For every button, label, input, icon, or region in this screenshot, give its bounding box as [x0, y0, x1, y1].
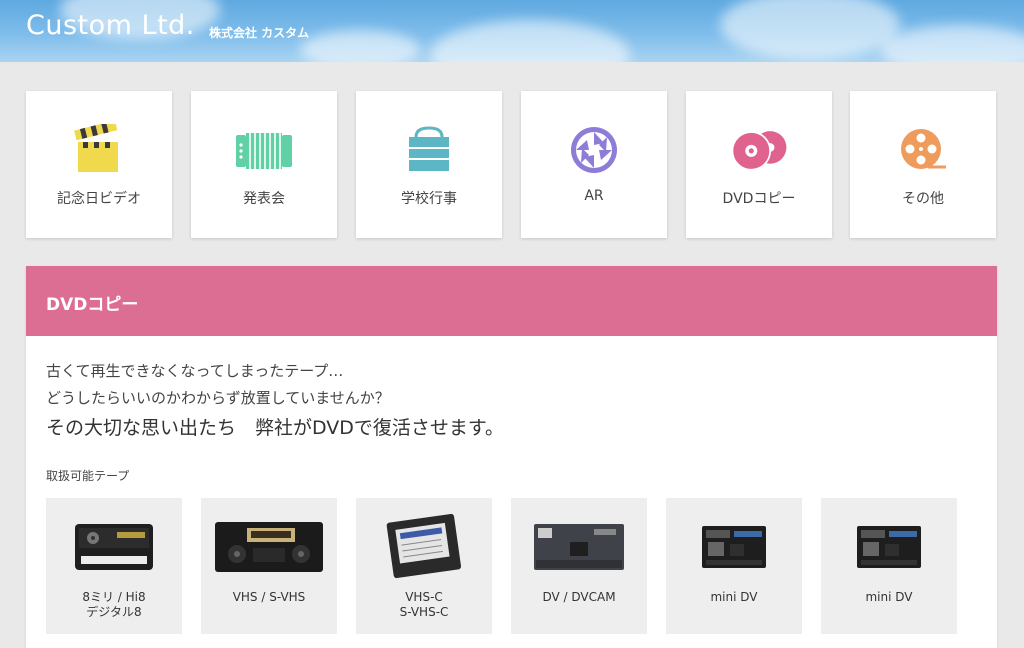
intro-line-1: 古くて再生できなくなってしまったテープ…: [46, 362, 344, 380]
category-card-recital[interactable]: 発表会: [191, 91, 337, 238]
vhs-c-tape-icon: [356, 512, 492, 582]
tape-card-mini-dv-1: mini DV: [666, 498, 802, 634]
category-label: その他: [902, 191, 944, 207]
accordion-icon: [234, 122, 294, 177]
site-header: Custom Ltd. 株式会社 カスタム: [0, 0, 1024, 62]
logo-japanese[interactable]: 株式会社 カスタム: [209, 24, 309, 41]
category-label: 学校行事: [401, 191, 457, 207]
category-card-dvd-copy[interactable]: DVDコピー: [686, 91, 832, 238]
mini-dv-tape-icon: [821, 512, 957, 582]
category-card-school-events[interactable]: 学校行事: [356, 91, 502, 238]
tape-card-vhs: VHS / S-VHS: [201, 498, 337, 634]
section-title: DVDコピー: [46, 295, 139, 315]
dv-tape-icon: [511, 512, 647, 582]
tape-label: VHS-C S-VHS-C: [399, 590, 449, 619]
category-label: DVDコピー: [722, 191, 796, 207]
clapperboard-icon: [69, 122, 129, 177]
intro-line-3: その大切な思い出たち 弊社がDVDで復活させます。: [46, 417, 505, 439]
tape-card-mini-dv-2: mini DV: [821, 498, 957, 634]
category-card-anniversary-video[interactable]: 記念日ビデオ: [26, 91, 172, 238]
intro-line-2: どうしたらいいのかわからず放置していませんか？: [46, 389, 390, 407]
vhs-tape-icon: [201, 512, 337, 582]
tape-label: mini DV: [710, 590, 758, 604]
category-label: 発表会: [243, 191, 285, 207]
tape-label: 8ミリ / Hi8 デジタル8: [82, 590, 146, 619]
tape-card-8mm: 8ミリ / Hi8 デジタル8: [46, 498, 182, 634]
section-header: DVDコピー: [26, 266, 997, 336]
school-bag-icon: [399, 122, 459, 177]
film-reel-icon: [893, 122, 953, 177]
category-label: 記念日ビデオ: [57, 191, 141, 207]
camera-shutter-icon: [564, 122, 624, 177]
tape-label: mini DV: [865, 590, 913, 604]
tape-label: VHS / S-VHS: [232, 590, 306, 604]
category-nav: 記念日ビデオ 発表会 学校行事 AR DVDコピー その他: [26, 91, 998, 238]
8mm-tape-icon: [46, 512, 182, 582]
logo-english[interactable]: Custom Ltd.: [26, 10, 195, 41]
disc-icon: [729, 122, 789, 177]
mini-dv-tape-icon: [666, 512, 802, 582]
category-card-ar[interactable]: AR: [521, 91, 667, 238]
tape-card-vhs-c: VHS-C S-VHS-C: [356, 498, 492, 634]
tape-label: DV / DVCAM: [542, 590, 616, 604]
category-label: AR: [584, 188, 604, 204]
supported-tapes-title: 取扱可能テープ: [46, 469, 130, 483]
dvd-copy-section: DVDコピー 古くて再生できなくなってしまったテープ… どうしたらいいのかわから…: [26, 266, 997, 648]
category-card-other[interactable]: その他: [850, 91, 996, 238]
tape-card-dv: DV / DVCAM: [511, 498, 647, 634]
